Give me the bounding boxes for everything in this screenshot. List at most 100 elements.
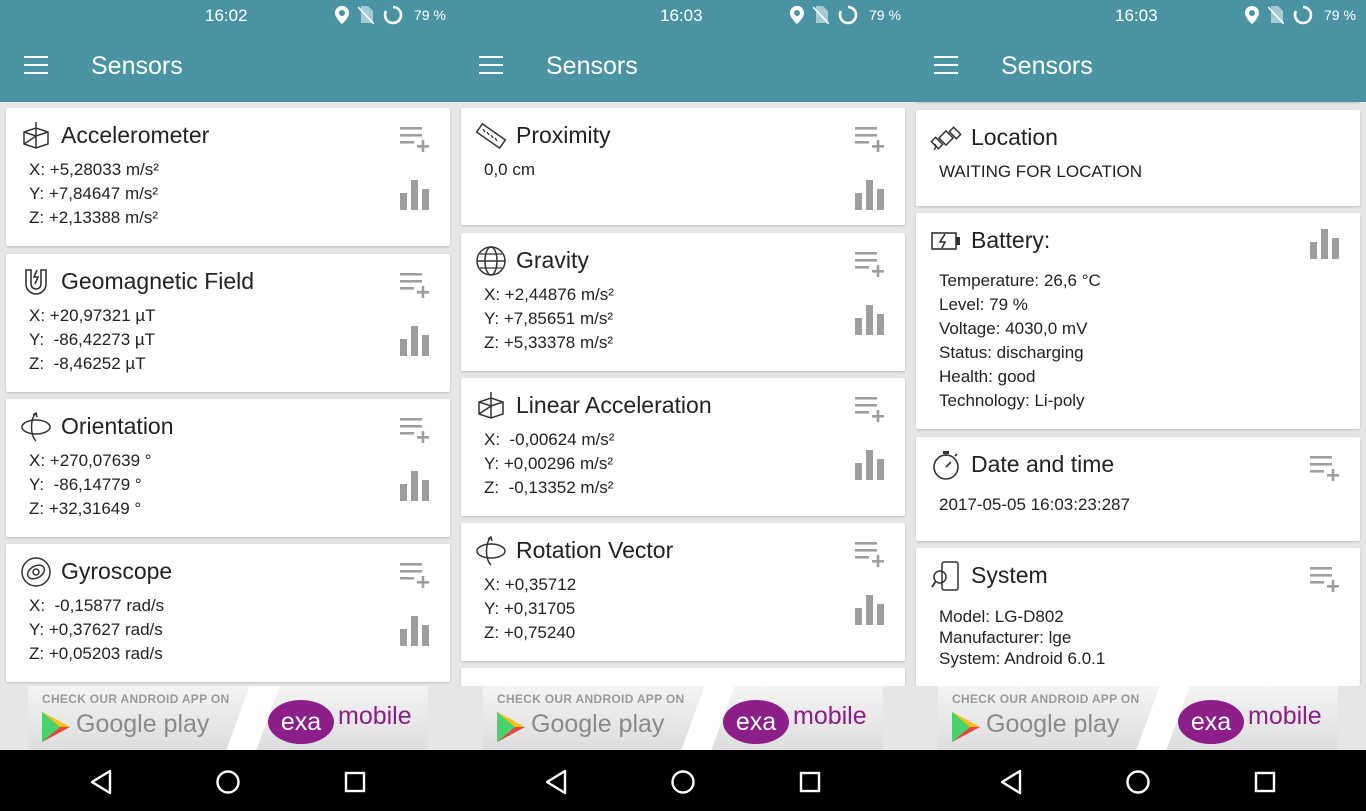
- gravity-card[interactable]: Gravity X: +2,44876 m/s² Y: +7,85651 m/s…: [461, 233, 905, 371]
- menu-icon[interactable]: [479, 56, 503, 75]
- value-row: Y: +7,85651 m/s²: [484, 309, 614, 328]
- google-play-icon: [42, 712, 70, 742]
- card-values: X: +0,35712 Y: +0,31705 Z: +0,75240: [484, 573, 576, 645]
- card-title: System: [971, 562, 1048, 588]
- accelerometer-card[interactable]: Accelerometer X: +5,28033 m/s² Y: +7,846…: [6, 108, 450, 246]
- location-icon: [335, 6, 349, 24]
- add-log-icon[interactable]: [855, 394, 885, 424]
- status-bar: 16:03 79 %: [910, 0, 1366, 32]
- back-icon[interactable]: [88, 768, 116, 796]
- location-card[interactable]: Location WAITING FOR LOCATION: [916, 110, 1360, 206]
- screen-1: 16:02 79 % Sensors Accelerometer X: +5,2…: [0, 0, 456, 811]
- card-values: 0,0 cm: [484, 158, 535, 182]
- value-row: X: +20,97321 µT: [29, 306, 156, 325]
- menu-icon[interactable]: [934, 56, 958, 75]
- card-values: X: +5,28033 m/s² Y: +7,84647 m/s² Z: +2,…: [29, 158, 159, 230]
- system-card[interactable]: System Model: LG-D802 Manufacturer: lge …: [916, 548, 1360, 686]
- bar-chart-icon[interactable]: [400, 326, 430, 356]
- no-sim-icon: [358, 6, 374, 24]
- value-row: X: +270,07639 °: [29, 451, 152, 470]
- rotation-vector-card[interactable]: Rotation Vector X: +0,35712 Y: +0,31705 …: [461, 523, 905, 661]
- bar-chart-icon[interactable]: [855, 595, 885, 625]
- card-title: Gyroscope: [61, 558, 173, 584]
- value-row: Technology: Li-poly: [939, 391, 1085, 410]
- accelerometer-icon: [478, 392, 504, 419]
- card-values: Model: LG-D802 Manufacturer: lge System:…: [939, 606, 1105, 669]
- recent-apps-icon[interactable]: [796, 768, 824, 796]
- battery-ring-icon: [383, 5, 403, 25]
- navigation-bar: [455, 750, 911, 811]
- google-play-icon: [497, 712, 525, 742]
- card-values: X: -0,15877 rad/s Y: +0,37627 rad/s Z: +…: [29, 594, 164, 666]
- home-icon[interactable]: [214, 768, 242, 796]
- sensor-list[interactable]: Proximity 0,0 cm Gravity X: +2,44876 m/s…: [455, 102, 911, 686]
- value-row: Model: LG-D802: [939, 607, 1064, 626]
- google-play-ad[interactable]: CHECK OUR ANDROID APP ON Google play exa…: [28, 686, 428, 750]
- menu-icon[interactable]: [24, 56, 48, 75]
- google-play-text: Google play: [986, 710, 1120, 738]
- bar-chart-icon[interactable]: [400, 616, 430, 646]
- add-log-icon[interactable]: [855, 249, 885, 279]
- next-sensor-card[interactable]: [461, 668, 905, 686]
- bar-chart-icon[interactable]: [855, 305, 885, 335]
- gyroscope-card[interactable]: Gyroscope X: -0,15877 rad/s Y: +0,37627 …: [6, 544, 450, 682]
- value-row: Z: +0,75240: [484, 623, 576, 642]
- date-time-card[interactable]: Date and time 2017-05-05 16:03:23:287: [916, 437, 1360, 541]
- no-sim-icon: [813, 6, 829, 24]
- card-title: Location: [971, 124, 1058, 150]
- card-title: Linear Acceleration: [516, 392, 712, 418]
- recent-apps-icon[interactable]: [341, 768, 369, 796]
- mobile-text: mobile: [338, 702, 412, 730]
- location-icon: [790, 6, 804, 24]
- value-row: X: -0,00624 m/s²: [484, 430, 615, 449]
- add-log-icon[interactable]: [1310, 564, 1340, 594]
- google-play-ad[interactable]: CHECK OUR ANDROID APP ON Google play exa…: [483, 686, 883, 750]
- value-row: X: -0,15877 rad/s: [29, 596, 165, 615]
- back-icon[interactable]: [543, 768, 571, 796]
- satellite-icon: [930, 126, 962, 151]
- card-title: Rotation Vector: [516, 537, 674, 563]
- add-log-icon[interactable]: [400, 124, 430, 154]
- home-icon[interactable]: [669, 768, 697, 796]
- status-time: 16:03: [660, 6, 703, 25]
- value-row: Y: +0,37627 rad/s: [29, 620, 163, 639]
- proximity-card[interactable]: Proximity 0,0 cm: [461, 108, 905, 225]
- bar-chart-icon[interactable]: [1310, 229, 1340, 259]
- back-icon[interactable]: [998, 768, 1026, 796]
- orientation-card[interactable]: Orientation X: +270,07639 ° Y: -86,14779…: [6, 399, 450, 537]
- bar-chart-icon[interactable]: [855, 450, 885, 480]
- battery-ring-icon: [1293, 5, 1313, 25]
- ad-check-text: CHECK OUR ANDROID APP ON: [497, 692, 685, 706]
- add-log-icon[interactable]: [1310, 453, 1340, 483]
- value-row: 2017-05-05 16:03:23:287: [939, 495, 1130, 514]
- value-row: Z: +32,31649 °: [29, 499, 142, 518]
- battery-card[interactable]: Battery: Temperature: 26,6 °C Level: 79 …: [916, 213, 1360, 429]
- ad-check-text: CHECK OUR ANDROID APP ON: [952, 692, 1140, 706]
- sensor-list[interactable]: Location WAITING FOR LOCATION Battery: T…: [910, 102, 1366, 686]
- sensor-list[interactable]: Accelerometer X: +5,28033 m/s² Y: +7,846…: [0, 102, 456, 686]
- value-row: Temperature: 26,6 °C: [939, 271, 1101, 290]
- add-log-icon[interactable]: [400, 560, 430, 590]
- app-title: Sensors: [1001, 52, 1093, 80]
- add-log-icon[interactable]: [400, 415, 430, 445]
- value-row: WAITING FOR LOCATION: [939, 162, 1143, 181]
- card-title: Accelerometer: [61, 122, 210, 148]
- recent-apps-icon[interactable]: [1251, 768, 1279, 796]
- add-log-icon[interactable]: [855, 539, 885, 569]
- add-log-icon[interactable]: [400, 270, 430, 300]
- status-bar: 16:02 79 %: [0, 0, 456, 32]
- value-row: Z: -0,13352 m/s²: [484, 478, 614, 497]
- card-title: Geomagnetic Field: [61, 268, 255, 294]
- bar-chart-icon[interactable]: [400, 471, 430, 501]
- geomagnetic-card[interactable]: Geomagnetic Field X: +20,97321 µT Y: -86…: [6, 254, 450, 392]
- linear-acceleration-card[interactable]: Linear Acceleration X: -0,00624 m/s² Y: …: [461, 378, 905, 516]
- home-icon[interactable]: [1124, 768, 1152, 796]
- google-play-ad[interactable]: CHECK OUR ANDROID APP ON Google play exa…: [938, 686, 1338, 750]
- card-values: Temperature: 26,6 °C Level: 79 % Voltage…: [939, 269, 1101, 413]
- battery-percent: 79 %: [1324, 7, 1356, 23]
- add-log-icon[interactable]: [855, 124, 885, 154]
- location-icon: [1245, 6, 1259, 24]
- value-row: X: +5,28033 m/s²: [29, 160, 159, 179]
- bar-chart-icon[interactable]: [855, 180, 885, 210]
- bar-chart-icon[interactable]: [400, 180, 430, 210]
